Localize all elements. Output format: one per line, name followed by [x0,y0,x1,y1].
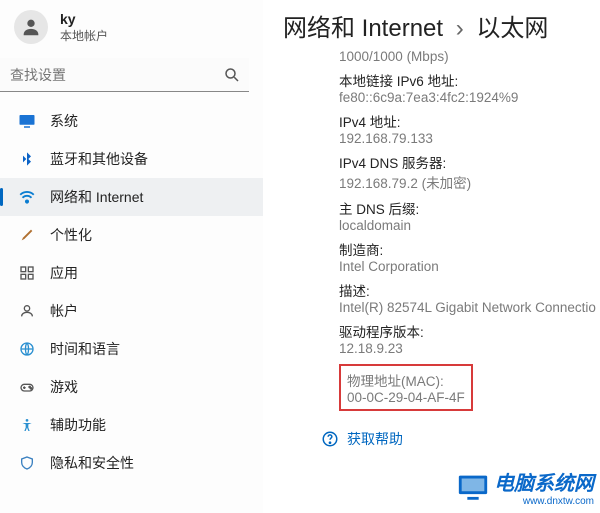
help-label: 获取帮助 [347,429,403,449]
driver-label: 驱动程序版本: [339,321,600,341]
ipv4-label: IPv4 地址: [339,111,600,131]
apps-icon [18,264,36,282]
sidebar-item-label: 蓝牙和其他设备 [50,149,148,169]
sidebar-item-system[interactable]: 系统 [0,102,263,140]
sidebar-nav: 系统 蓝牙和其他设备 网络和 Internet 个性化 应用 帐户 时间和语言 … [0,102,263,482]
mac-highlight: 物理地址(MAC): 00-0C-29-04-AF-4F [339,364,473,411]
dns-value: 192.168.79.2 (未加密) [339,172,600,192]
person-icon [20,16,42,38]
search-input[interactable] [0,58,249,92]
sidebar-item-label: 帐户 [50,301,78,321]
account-icon [18,302,36,320]
chevron-right-icon: › [456,15,464,42]
watermark-url: www.dnxtw.com [494,496,594,507]
sidebar-item-label: 隐私和安全性 [50,453,134,473]
sidebar-item-label: 网络和 Internet [50,187,143,207]
sidebar-item-label: 系统 [50,111,78,131]
user-account: 本地帐户 [60,27,108,44]
description-value: Intel(R) 82574L Gigabit Network Connecti… [339,300,600,315]
sidebar-item-label: 游戏 [50,377,78,397]
dns-label: IPv4 DNS 服务器: [339,152,600,172]
watermark: 电脑系统网 www.dnxtw.com [456,467,594,507]
sidebar-item-accessibility[interactable]: 辅助功能 [0,406,263,444]
wifi-icon [18,188,36,206]
get-help-link[interactable]: 获取帮助 [321,429,600,449]
user-name: ky [60,11,108,27]
ipv6-value: fe80::6c9a:7ea3:4fc2:1924%9 [339,90,600,105]
suffix-value: localdomain [339,218,600,233]
avatar [14,10,48,44]
sidebar-item-privacy[interactable]: 隐私和安全性 [0,444,263,482]
mac-value: 00-0C-29-04-AF-4F [347,390,465,405]
driver-value: 12.18.9.23 [339,341,600,356]
sidebar-item-time[interactable]: 时间和语言 [0,330,263,368]
manufacturer-value: Intel Corporation [339,259,600,274]
network-details: 1000/1000 (Mbps) 本地链接 IPv6 地址:fe80::6c9a… [339,49,600,411]
sidebar-item-gaming[interactable]: 游戏 [0,368,263,406]
sidebar-item-label: 时间和语言 [50,339,120,359]
sidebar-item-personalization[interactable]: 个性化 [0,216,263,254]
breadcrumb: 网络和 Internet › 以太网 [283,0,600,47]
sidebar-item-label: 应用 [50,263,78,283]
ipv6-label: 本地链接 IPv6 地址: [339,70,600,90]
ipv4-value: 192.168.79.133 [339,131,600,146]
user-block[interactable]: ky 本地帐户 [0,0,263,54]
manufacturer-label: 制造商: [339,239,600,259]
help-icon [321,430,339,448]
shield-icon [18,454,36,472]
breadcrumb-root[interactable]: 网络和 Internet [283,15,443,42]
sidebar-item-bluetooth[interactable]: 蓝牙和其他设备 [0,140,263,178]
breadcrumb-leaf: 以太网 [476,15,548,42]
search-box[interactable] [0,58,249,92]
mac-label: 物理地址(MAC): [347,370,465,390]
sidebar-item-apps[interactable]: 应用 [0,254,263,292]
sidebar-item-label: 辅助功能 [50,415,106,435]
gaming-icon [18,378,36,396]
brush-icon [18,226,36,244]
bluetooth-icon [18,150,36,168]
suffix-label: 主 DNS 后缀: [339,198,600,218]
sidebar-item-label: 个性化 [50,225,92,245]
speed-value: 1000/1000 (Mbps) [339,49,600,64]
sidebar-item-accounts[interactable]: 帐户 [0,292,263,330]
search-icon [223,66,241,84]
watermark-logo-icon [456,470,490,504]
accessibility-icon [18,416,36,434]
description-label: 描述: [339,280,600,300]
globe-icon [18,340,36,358]
sidebar-item-network[interactable]: 网络和 Internet [0,178,263,216]
watermark-title: 电脑系统网 [494,467,594,496]
display-icon [18,112,36,130]
